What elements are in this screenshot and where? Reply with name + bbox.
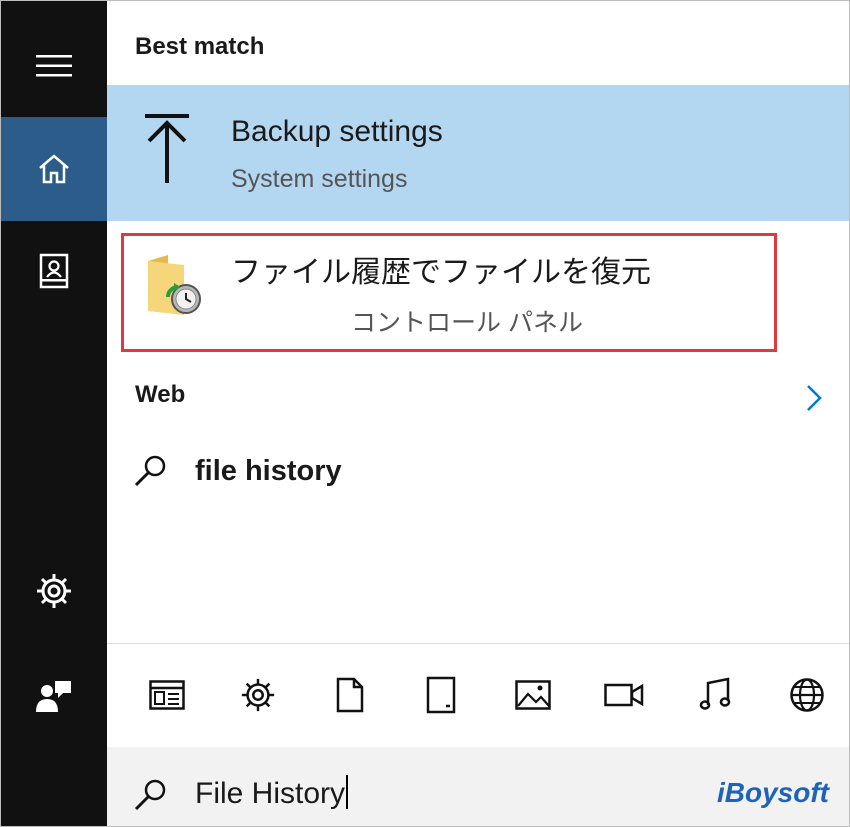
filter-photos[interactable] [503,669,563,721]
settings-button[interactable] [1,556,107,626]
filter-documents[interactable] [320,669,380,721]
gear-icon [37,574,71,608]
notebook-icon [39,253,69,289]
result-subtitle: コントロール パネル [351,309,583,337]
search-icon [134,455,166,487]
filter-videos[interactable] [594,669,654,721]
chevron-right-icon[interactable] [805,383,823,413]
notebook-button[interactable] [1,236,107,306]
results-panel: Best match Backup settings System settin… [107,1,849,826]
search-bar[interactable]: File History iBoysoft [107,747,849,826]
home-button[interactable] [1,117,107,221]
search-input[interactable]: File History [195,775,349,811]
filter-tablet[interactable] [411,669,471,721]
folder-clock-icon [148,255,201,315]
best-match-heading: Best match [135,33,265,60]
iboysoft-watermark: iBoysoft [717,777,829,808]
filter-apps[interactable] [137,669,197,721]
web-globe-icon [790,678,824,712]
divider [107,643,849,644]
text-caret [346,775,349,809]
music-icon [699,677,730,710]
best-match-subtitle: System settings [231,165,408,193]
photos-icon [514,680,551,710]
web-heading: Web [135,381,186,408]
documents-icon [336,677,364,713]
tablet-icon [427,676,456,714]
filter-settings[interactable] [228,669,288,721]
search-window: Best match Backup settings System settin… [0,0,850,827]
filter-music[interactable] [686,669,746,721]
sidebar [1,1,107,826]
feedback-user-icon [36,681,71,712]
filter-bar [137,669,837,721]
home-icon [39,154,69,184]
filter-web[interactable] [777,669,837,721]
result-title: ファイル履歴でファイルを復元 [231,256,651,289]
apps-icon [149,680,185,710]
videos-icon [604,683,644,707]
web-suggestion[interactable]: file history [195,455,342,488]
menu-button[interactable] [1,31,107,101]
feedback-button[interactable] [1,661,107,731]
search-icon [134,779,166,811]
search-input-value: File History [195,777,346,810]
best-match-result[interactable] [107,85,849,221]
settings-icon [242,678,275,712]
hamburger-menu-icon [36,55,72,77]
upload-arrow-icon [145,114,189,183]
best-match-title: Backup settings [231,115,443,148]
